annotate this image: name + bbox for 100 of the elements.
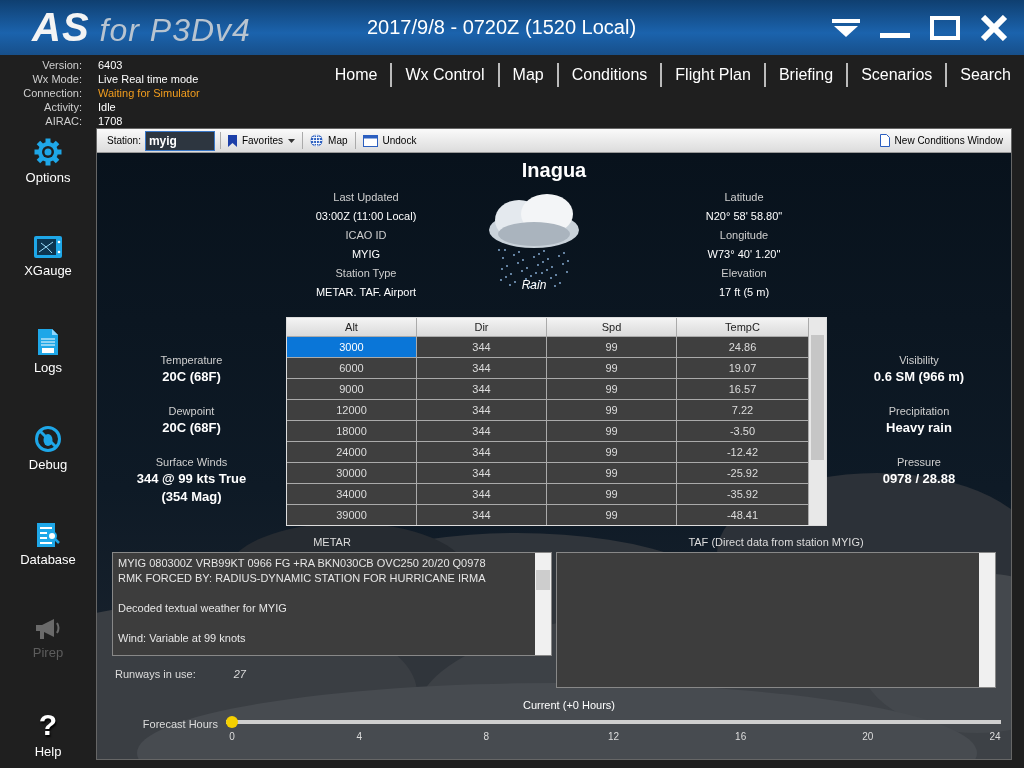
- sidebar-item[interactable]: Debug: [26, 423, 70, 474]
- stat-value: (354 Mag): [160, 488, 223, 506]
- status-value: 6403: [98, 58, 123, 72]
- globe-icon: [310, 134, 324, 147]
- sidebar-item[interactable]: XGauge: [22, 233, 74, 280]
- table-cell: 7.22: [677, 400, 809, 421]
- document-icon: [37, 328, 59, 356]
- column-header[interactable]: Alt: [287, 318, 417, 337]
- table-cell: -12.42: [677, 442, 809, 463]
- minimize-icon[interactable]: [880, 32, 910, 39]
- stat-label: Surface Winds: [154, 455, 229, 470]
- nav-item[interactable]: Wx Control: [392, 62, 498, 88]
- app-logo-subtitle: for P3Dv4: [99, 12, 251, 49]
- stat-value: 20C (68F): [161, 368, 222, 386]
- column-header[interactable]: Dir: [417, 318, 547, 337]
- stat-value: 0.6 SM (966 m): [873, 368, 965, 386]
- tick-label: 4: [356, 731, 362, 742]
- table-cell: 344: [417, 421, 547, 442]
- table-cell: -3.50: [677, 421, 809, 442]
- table-cell: 16.57: [677, 379, 809, 400]
- table-cell: 99: [547, 442, 677, 463]
- table-cell: 30000: [287, 463, 417, 484]
- status-label: Version:: [41, 58, 82, 72]
- status-label: Activity:: [43, 100, 82, 114]
- window-icon: [362, 134, 378, 147]
- status-value: Live Real time mode: [98, 72, 199, 86]
- field-value: 17 ft (5 m): [717, 285, 771, 300]
- column-header[interactable]: TempC: [677, 318, 809, 337]
- sidebar-item[interactable]: Logs: [31, 326, 65, 377]
- table-cell: -25.92: [677, 463, 809, 484]
- stat-label: Temperature: [160, 353, 223, 368]
- tick-label: 20: [862, 731, 874, 742]
- nav-item[interactable]: Search: [947, 62, 1024, 88]
- station-field[interactable]: myig: [144, 130, 215, 151]
- sidebar-item[interactable]: ? Help: [32, 708, 64, 761]
- status-value: 1708: [98, 114, 123, 128]
- table-cell: 3000: [287, 337, 417, 358]
- field-value: 03:00Z (11:00 Local): [314, 209, 418, 224]
- tick-label: 16: [735, 731, 747, 742]
- table-cell: 99: [547, 337, 677, 358]
- nav-item[interactable]: Briefing: [765, 62, 847, 88]
- field-label: Station Type: [334, 266, 398, 281]
- field-label: ICAO ID: [344, 228, 388, 243]
- condition-label: Rain: [521, 278, 547, 292]
- scrollbar[interactable]: [809, 318, 826, 525]
- toolbar-button[interactable]: Map: [308, 130, 350, 151]
- metar-paragraph: Wind: Variable at 99 knots: [118, 631, 247, 646]
- nav-item[interactable]: Conditions: [558, 62, 661, 88]
- nav-item[interactable]: Scenarios: [848, 62, 946, 88]
- table-cell: 24000: [287, 442, 417, 463]
- table-cell: 344: [417, 379, 547, 400]
- scrollbar[interactable]: [535, 553, 551, 655]
- table-cell: 99: [547, 505, 677, 525]
- table-cell: 344: [417, 358, 547, 379]
- close-icon[interactable]: [980, 14, 1008, 41]
- nav-item[interactable]: Map: [499, 62, 557, 88]
- table-cell: -48.41: [677, 505, 809, 525]
- toolbar-button[interactable]: Undock: [360, 130, 419, 151]
- table-cell: 344: [417, 463, 547, 484]
- field-label: Latitude: [723, 190, 765, 205]
- tick-label: 24: [989, 731, 1001, 742]
- runways-value: 27: [233, 668, 246, 680]
- stat-label: Pressure: [895, 455, 942, 470]
- help-icon: ?: [38, 710, 58, 740]
- stat-label: Visibility: [898, 353, 940, 368]
- monitor-icon: [33, 235, 63, 259]
- table-cell: 34000: [287, 484, 417, 505]
- nav-item[interactable]: Flight Plan: [662, 62, 764, 88]
- field-value: N20° 58' 58.80": [704, 209, 784, 224]
- scrollbar[interactable]: [979, 553, 995, 687]
- sidebar-item[interactable]: Database: [18, 520, 78, 569]
- table-cell: 344: [417, 484, 547, 505]
- column-header[interactable]: Spd: [547, 318, 677, 337]
- stat-value: Heavy rain: [886, 419, 952, 437]
- megaphone-icon: [34, 617, 62, 641]
- table-cell: 9000: [287, 379, 417, 400]
- sidebar-item[interactable]: Options: [23, 136, 73, 187]
- nav-item[interactable]: Home: [321, 62, 391, 88]
- status-value: Idle: [98, 100, 116, 114]
- dropdown-icon[interactable]: [832, 18, 860, 37]
- maximize-icon[interactable]: [930, 15, 960, 40]
- field-value: MYIG: [350, 247, 382, 262]
- table-cell: -35.92: [677, 484, 809, 505]
- table-cell: 99: [547, 400, 677, 421]
- metar-paragraph: MYIG 080300Z VRB99KT 0966 FG +RA BKN030CB OVC250 20/20 Q0978 RMK FORCED BY: RADIUS-DYNAMIC STATION FOR HURRICANE IRMA: [118, 556, 487, 586]
- station-label: Station:: [107, 135, 141, 146]
- toolbar-button[interactable]: Favorites: [225, 130, 298, 151]
- taf-label: TAF (Direct data from station MYIG): [687, 536, 865, 550]
- stat-value: 0978 / 28.88: [882, 470, 956, 488]
- metar-label: METAR: [312, 536, 352, 550]
- table-cell: 344: [417, 337, 547, 358]
- taf-text-area[interactable]: [556, 552, 996, 688]
- app-logo: AS: [32, 5, 90, 50]
- table-cell: 344: [417, 400, 547, 421]
- tick-label: 8: [483, 731, 490, 742]
- new-window-button[interactable]: New Conditions Window: [877, 130, 1005, 151]
- table-cell: 99: [547, 358, 677, 379]
- field-label: Longitude: [718, 228, 770, 243]
- metar-text-area[interactable]: MYIG 080300Z VRB99KT 0966 FG +RA BKN030CB OVC250 20/20 Q0978 RMK FORCED BY: RADIUS-DYNAMIC STATION FOR HURRICANE IRMA Decoded textual weather for MYIG Wind: Variable at 99 knots: [112, 552, 552, 656]
- document-icon: [879, 134, 890, 147]
